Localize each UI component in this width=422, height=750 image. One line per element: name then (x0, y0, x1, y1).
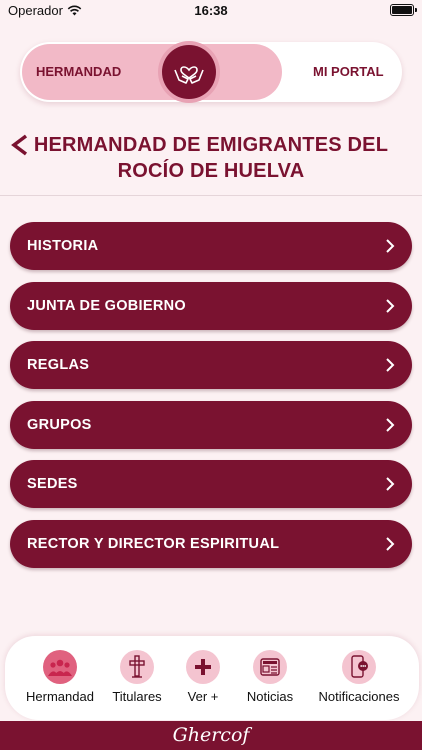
menu-item-historia[interactable]: HISTORIA (10, 222, 412, 270)
menu-item-rector[interactable]: RECTOR Y DIRECTOR ESPIRITUAL (10, 520, 412, 568)
menu-item-label: RECTOR Y DIRECTOR ESPIRITUAL (27, 536, 280, 552)
status-time: 16:38 (194, 3, 228, 18)
tab-label: Noticias (246, 689, 294, 704)
status-bar: Operador 16:38 (0, 0, 422, 22)
tab-label: Titulares (112, 689, 162, 704)
tab-notificaciones[interactable]: Notificaciones (307, 650, 411, 704)
tab-titulares[interactable]: Titulares (105, 650, 169, 704)
chevron-right-icon (386, 418, 395, 432)
tab-noticias[interactable]: Noticias (241, 650, 299, 704)
menu-item-label: JUNTA DE GOBIERNO (27, 298, 186, 314)
cross-icon (120, 650, 154, 684)
page-title: HERMANDAD DE EMIGRANTES DEL ROCÍO DE HUE… (33, 134, 389, 182)
battery-icon (390, 4, 417, 16)
tab-ver-mas[interactable]: Ver + (179, 650, 227, 704)
toggle-hermandad[interactable]: HERMANDAD (36, 64, 121, 79)
chevron-right-icon (386, 477, 395, 491)
menu-item-sedes[interactable]: SEDES (10, 460, 412, 508)
tab-label: Hermandad (26, 689, 94, 704)
menu-item-junta-de-gobierno[interactable]: JUNTA DE GOBIERNO (10, 282, 412, 330)
chevron-right-icon (386, 299, 395, 313)
footer-brand-bar: Ghercof (0, 721, 422, 750)
toggle-mi-portal[interactable]: MI PORTAL (313, 64, 384, 79)
plus-icon (186, 650, 220, 684)
toggle-knob[interactable] (162, 45, 216, 99)
section-toggle[interactable]: HERMANDAD MI PORTAL (20, 42, 402, 102)
newspaper-icon (253, 650, 287, 684)
tab-label: Notificaciones (318, 689, 400, 704)
chevron-right-icon (386, 358, 395, 372)
brand-logo: Ghercof (172, 724, 250, 746)
back-chevron-icon[interactable] (10, 134, 30, 156)
page-header: HERMANDAD DE EMIGRANTES DEL ROCÍO DE HUE… (0, 130, 422, 195)
bottom-tab-bar: Hermandad Titulares Ver + Noticias Notif… (5, 636, 419, 720)
menu-item-label: SEDES (27, 476, 78, 492)
chevron-right-icon (386, 537, 395, 551)
menu-item-label: REGLAS (27, 357, 90, 373)
menu-item-grupos[interactable]: GRUPOS (10, 401, 412, 449)
tab-label: Ver + (187, 689, 219, 704)
menu-item-label: HISTORIA (27, 238, 99, 254)
chevron-right-icon (386, 239, 395, 253)
menu-item-label: GRUPOS (27, 417, 92, 433)
menu-item-reglas[interactable]: REGLAS (10, 341, 412, 389)
tab-hermandad[interactable]: Hermandad (21, 650, 99, 704)
heart-hands-icon (174, 66, 204, 84)
phone-chat-icon (342, 650, 376, 684)
people-group-icon (43, 650, 77, 684)
header-divider (0, 195, 422, 196)
